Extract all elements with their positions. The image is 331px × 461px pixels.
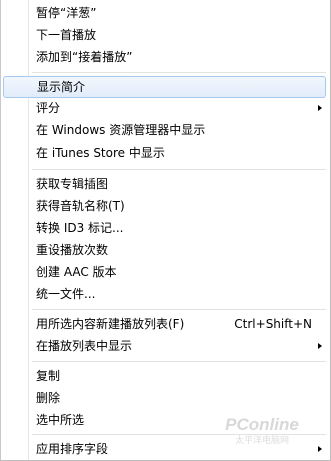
menu-item-label: 在播放列表中显示	[36, 339, 133, 353]
menu-separator	[32, 169, 326, 171]
menu-item-get-album-artwork[interactable]: 获取专辑插图	[3, 173, 326, 195]
menu-item-label: 选中所选	[36, 413, 85, 427]
menu-item-label: 重设播放次数	[36, 243, 109, 257]
menu-item-label: 下一首播放	[36, 28, 97, 42]
menu-item-create-aac-version[interactable]: 创建 AAC 版本	[3, 261, 326, 283]
watermark-sub-text: 太平洋电脑网	[235, 434, 289, 446]
menu-item-label: 在 Windows 资源管理器中显示	[36, 123, 206, 137]
submenu-arrow-icon	[318, 446, 322, 452]
menu-separator	[32, 72, 326, 74]
menu-item-label: 添加到“接着播放”	[36, 50, 133, 64]
menu-item-reset-plays[interactable]: 重设播放次数	[3, 239, 326, 261]
menu-item-label: 用所选内容新建播放列表(F)	[36, 317, 185, 331]
menu-item-delete[interactable]: 删除	[3, 387, 326, 409]
menu-item-label: 获得音轨名称(T)	[36, 199, 125, 213]
menu-item-show-in-playlist[interactable]: 在播放列表中显示	[3, 335, 326, 357]
menu-item-convert-id3-tags[interactable]: 转换 ID3 标记...	[3, 217, 326, 239]
submenu-arrow-icon	[318, 105, 322, 111]
menu-item-label: 暂停“洋葱”	[36, 6, 97, 20]
menu-item-new-playlist-from-selection[interactable]: 用所选内容新建播放列表(F) Ctrl+Shift+N	[3, 313, 326, 335]
menu-item-play-next[interactable]: 下一首播放	[3, 24, 326, 46]
menu-item-label: 评分	[36, 101, 61, 115]
menu-item-label: 获取专辑插图	[36, 177, 109, 191]
menu-item-get-info[interactable]: 显示简介	[3, 76, 326, 98]
menu-item-label: 删除	[36, 391, 61, 405]
menu-item-show-in-explorer[interactable]: 在 Windows 资源管理器中显示	[3, 119, 326, 141]
menu-item-label: 统一文件...	[36, 287, 96, 301]
pconline-watermark-logo: PConline 太平洋电脑网	[225, 415, 299, 446]
menu-separator	[32, 361, 326, 363]
menu-item-label: 在 iTunes Store 中显示	[36, 146, 165, 160]
menu-separator	[32, 309, 326, 311]
menu-item-add-to-up-next[interactable]: 添加到“接着播放”	[3, 46, 326, 68]
menu-left-border	[0, 0, 1, 460]
menu-item-consolidate-files[interactable]: 统一文件...	[3, 283, 326, 305]
menu-item-label: 应用排序字段	[36, 442, 109, 456]
menu-item-label: 显示简介	[37, 80, 86, 94]
menu-item-label: 复制	[36, 369, 61, 383]
menu-item-copy[interactable]: 复制	[3, 365, 326, 387]
menu-item-label: 转换 ID3 标记...	[36, 221, 124, 235]
menu-item-label: 创建 AAC 版本	[36, 265, 117, 279]
menu-item-shortcut: Ctrl+Shift+N	[234, 317, 312, 331]
menu-item-pause[interactable]: 暂停“洋葱”	[3, 2, 326, 24]
context-menu: 暂停“洋葱” 下一首播放 添加到“接着播放” 显示简介 评分 在 Windows…	[0, 0, 331, 461]
submenu-arrow-icon	[318, 343, 322, 349]
menu-item-rating[interactable]: 评分	[3, 97, 326, 119]
menu-item-show-in-itunes-store[interactable]: 在 iTunes Store 中显示	[3, 142, 326, 164]
menu-item-get-track-names[interactable]: 获得音轨名称(T)	[3, 195, 326, 217]
watermark-brand-text: PConline	[225, 415, 299, 434]
